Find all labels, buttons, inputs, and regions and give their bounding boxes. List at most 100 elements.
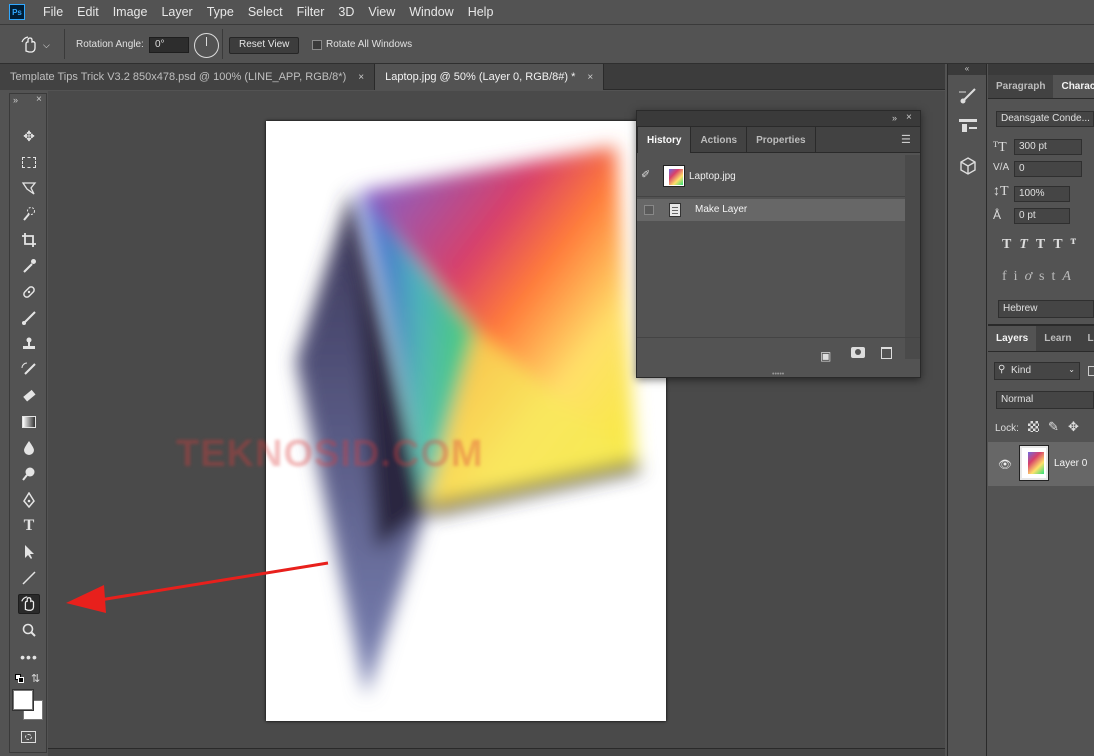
kerning-field[interactable]: 0 bbox=[1014, 161, 1082, 177]
layer-kind-filter[interactable]: ⚲ Kind ⌄ bbox=[994, 362, 1080, 380]
history-snapshot-row[interactable]: ✐ Laptop.jpg bbox=[637, 155, 905, 197]
camera-snapshot-icon[interactable] bbox=[851, 347, 865, 358]
rotate-all-windows-checkbox[interactable] bbox=[312, 40, 322, 50]
font-size-field[interactable]: 300 pt bbox=[1014, 139, 1082, 155]
tab-laptop-jpg[interactable]: Laptop.jpg @ 50% (Layer 0, RGB/8#) * × bbox=[375, 64, 605, 90]
menu-layer[interactable]: Layer bbox=[154, 0, 199, 24]
gradient-tool-icon[interactable] bbox=[18, 412, 40, 432]
eye-visibility-icon[interactable]: 👁 bbox=[998, 458, 1012, 471]
history-panel-tabs: History Actions Properties bbox=[637, 127, 920, 153]
history-state-checkbox[interactable] bbox=[644, 205, 654, 215]
brush-tool-icon[interactable] bbox=[18, 308, 40, 328]
history-scrollbar[interactable] bbox=[905, 155, 920, 359]
more-tools-icon[interactable]: ••• bbox=[18, 647, 40, 667]
history-brush-tool-icon[interactable] bbox=[18, 360, 40, 380]
menu-edit[interactable]: Edit bbox=[70, 0, 106, 24]
vertical-scale-field[interactable]: 100% bbox=[1014, 186, 1070, 202]
tab-layers[interactable]: Layers bbox=[988, 326, 1037, 351]
menu-filter[interactable]: Filter bbox=[290, 0, 332, 24]
dodge-tool-icon[interactable] bbox=[18, 464, 40, 484]
panel-menu-icon[interactable]: ☰ bbox=[901, 133, 911, 146]
marquee-tool-icon[interactable] bbox=[18, 152, 40, 172]
path-selection-tool-icon[interactable] bbox=[18, 542, 40, 562]
type-tool-icon[interactable]: T bbox=[18, 516, 40, 536]
3d-cube-icon[interactable] bbox=[958, 156, 978, 179]
kind-filter-label: Kind bbox=[1011, 365, 1032, 376]
tab-properties[interactable]: Properties bbox=[747, 127, 816, 153]
tab-learn[interactable]: Learn bbox=[1036, 326, 1079, 351]
rotate-all-windows-label: Rotate All Windows bbox=[326, 39, 413, 50]
menu-file[interactable]: File bbox=[36, 0, 70, 24]
close-icon[interactable]: × bbox=[906, 112, 912, 123]
document-canvas[interactable]: TEKNOSID.COM bbox=[176, 121, 666, 721]
tab-paragraph[interactable]: Paragraph bbox=[988, 75, 1053, 98]
panel-dock-strip: « bbox=[947, 64, 987, 756]
history-brush-source-icon[interactable]: ✐ bbox=[641, 168, 650, 181]
lasso-tool-icon[interactable] bbox=[18, 178, 40, 198]
rotate-view-preset-icon[interactable]: ⌵ bbox=[20, 35, 54, 55]
filter-toggle-icon[interactable] bbox=[1088, 366, 1094, 376]
text-style-buttons[interactable]: TTTTᵀ bbox=[1002, 237, 1084, 253]
tab-template-psd[interactable]: Template Tips Trick V3.2 850x478.psd @ 1… bbox=[0, 64, 376, 90]
menu-window[interactable]: Window bbox=[402, 0, 460, 24]
blur-tool-icon[interactable] bbox=[18, 438, 40, 458]
history-state-row[interactable]: Make Layer bbox=[637, 199, 905, 221]
trash-icon[interactable] bbox=[881, 347, 892, 359]
foreground-color-swatch[interactable] bbox=[13, 690, 33, 710]
menu-type[interactable]: Type bbox=[200, 0, 241, 24]
close-icon[interactable]: × bbox=[587, 72, 593, 83]
rotate-view-tool-icon[interactable] bbox=[18, 594, 40, 614]
menu-image[interactable]: Image bbox=[106, 0, 155, 24]
brush-settings-icon[interactable] bbox=[958, 86, 978, 107]
photoshop-logo: Ps bbox=[9, 4, 25, 20]
swap-colors-icon[interactable]: ⇅ bbox=[31, 672, 40, 685]
blend-mode-select[interactable]: Normal bbox=[996, 391, 1094, 409]
tab-label: Template Tips Trick V3.2 850x478.psd @ 1… bbox=[10, 71, 347, 83]
line-tool-icon[interactable] bbox=[18, 568, 40, 588]
crop-tool-icon[interactable] bbox=[18, 230, 40, 250]
layer-name: Layer 0 bbox=[1054, 458, 1088, 469]
eraser-tool-icon[interactable] bbox=[18, 386, 40, 406]
tab-label: Laptop.jpg @ 50% (Layer 0, RGB/8#) * bbox=[385, 71, 576, 83]
rotation-dial[interactable] bbox=[194, 33, 219, 58]
quick-mask-icon[interactable] bbox=[21, 731, 36, 743]
tab-actions[interactable]: Actions bbox=[691, 127, 748, 153]
brushes-icon[interactable] bbox=[958, 116, 978, 137]
close-icon[interactable]: × bbox=[36, 94, 42, 105]
font-size-icon: ᵀT bbox=[993, 140, 1007, 155]
rotation-angle-label: Rotation Angle: bbox=[76, 39, 144, 50]
baseline-shift-field[interactable]: 0 pt bbox=[1014, 208, 1070, 224]
close-icon[interactable]: × bbox=[358, 72, 364, 83]
zoom-tool-icon[interactable] bbox=[18, 620, 40, 640]
expand-toolbar-icon[interactable]: » bbox=[13, 95, 18, 105]
language-select[interactable]: Hebrew bbox=[998, 300, 1094, 318]
menu-view[interactable]: View bbox=[361, 0, 402, 24]
lock-image-pixels-icon[interactable]: ✎ bbox=[1048, 419, 1059, 435]
tab-libraries[interactable]: Li bbox=[1079, 326, 1094, 351]
layer-row-layer-0[interactable]: 👁 Layer 0 bbox=[988, 442, 1094, 486]
default-colors-icon[interactable] bbox=[15, 674, 24, 683]
collapse-panel-icon[interactable]: » bbox=[892, 113, 897, 123]
clone-stamp-tool-icon[interactable] bbox=[18, 334, 40, 354]
lock-transparent-pixels-icon[interactable] bbox=[1028, 421, 1039, 432]
rotation-angle-input[interactable]: 0° bbox=[149, 37, 189, 53]
opentype-feature-buttons[interactable]: fiơstA bbox=[1002, 269, 1078, 285]
move-tool-icon[interactable]: ✥ bbox=[18, 126, 40, 146]
menu-select[interactable]: Select bbox=[241, 0, 290, 24]
eyedropper-tool-icon[interactable] bbox=[18, 256, 40, 276]
new-document-from-state-icon[interactable]: ▣ bbox=[820, 349, 831, 363]
menu-help[interactable]: Help bbox=[461, 0, 501, 24]
quick-selection-tool-icon[interactable] bbox=[18, 204, 40, 224]
tab-character[interactable]: Characte bbox=[1053, 75, 1094, 98]
collapse-dock-icon[interactable]: « bbox=[948, 64, 986, 75]
pen-tool-icon[interactable] bbox=[18, 490, 40, 510]
healing-brush-tool-icon[interactable] bbox=[18, 282, 40, 302]
menu-3d[interactable]: 3D bbox=[331, 0, 361, 24]
tab-history[interactable]: History bbox=[637, 127, 692, 153]
lock-position-icon[interactable]: ✥ bbox=[1068, 419, 1079, 435]
blurred-laptop-image bbox=[296, 146, 641, 696]
font-family-select[interactable]: Deansgate Conde... bbox=[996, 111, 1094, 127]
document-icon bbox=[669, 203, 681, 217]
resize-grip[interactable]: ••••• bbox=[772, 371, 784, 378]
reset-view-button[interactable]: Reset View bbox=[229, 37, 300, 54]
